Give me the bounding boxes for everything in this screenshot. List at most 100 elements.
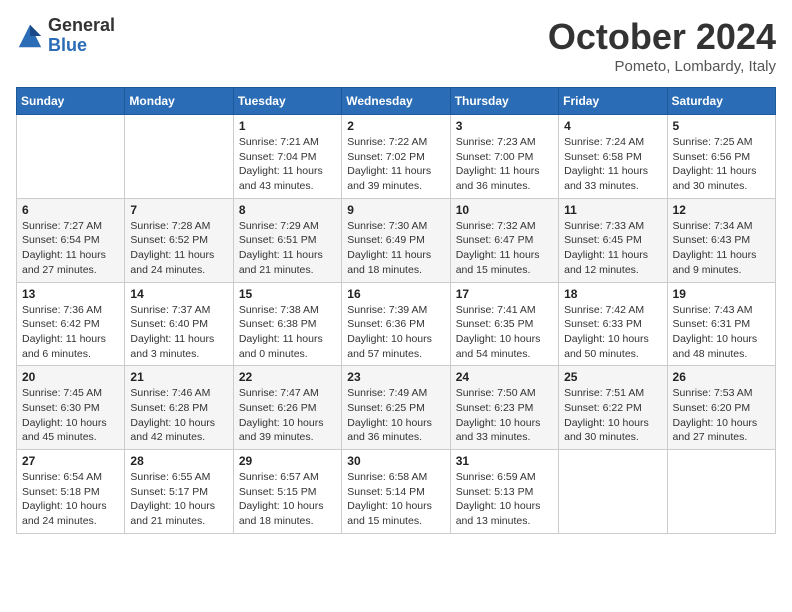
day-info: Sunrise: 7:32 AMSunset: 6:47 PMDaylight:… [456, 219, 553, 278]
calendar-cell: 12 Sunrise: 7:34 AMSunset: 6:43 PMDayligh… [667, 198, 775, 282]
day-info: Sunrise: 7:22 AMSunset: 7:02 PMDaylight:… [347, 135, 444, 194]
calendar-cell: 23Sunrise: 7:49 AMSunset: 6:25 PMDayligh… [342, 366, 450, 450]
day-number: 2 [347, 119, 444, 133]
day-number: 7 [130, 203, 227, 217]
day-number: 27 [22, 454, 119, 468]
day-info: Sunrise: 7:34 AMSunset: 6:43 PMDaylight:… [673, 219, 770, 278]
day-number: 21 [130, 370, 227, 384]
day-number: 11 [564, 203, 661, 217]
calendar-cell: 15 Sunrise: 7:38 AMSunset: 6:38 PMDayligh… [233, 282, 341, 366]
calendar-cell: 14 Sunrise: 7:37 AMSunset: 6:40 PMDayligh… [125, 282, 233, 366]
day-info: Sunrise: 7:51 AMSunset: 6:22 PMDaylight:… [564, 386, 661, 445]
col-thursday: Thursday [450, 88, 558, 115]
month-title: October 2024 [548, 16, 776, 58]
day-info: Sunrise: 7:43 AMSunset: 6:31 PMDaylight:… [673, 303, 770, 362]
day-info: Sunrise: 7:38 AMSunset: 6:38 PMDaylight:… [239, 303, 336, 362]
calendar-week-1: 1Sunrise: 7:21 AMSunset: 7:04 PMDaylight… [17, 115, 776, 199]
day-info: Sunrise: 7:28 AMSunset: 6:52 PMDaylight:… [130, 219, 227, 278]
day-info: Sunrise: 7:30 AMSunset: 6:49 PMDaylight:… [347, 219, 444, 278]
day-info: Sunrise: 7:33 AMSunset: 6:45 PMDaylight:… [564, 219, 661, 278]
day-number: 5 [673, 119, 770, 133]
day-info: Sunrise: 7:29 AMSunset: 6:51 PMDaylight:… [239, 219, 336, 278]
day-info: Sunrise: 6:58 AMSunset: 5:14 PMDaylight:… [347, 470, 444, 529]
day-info: Sunrise: 7:24 AMSunset: 6:58 PMDaylight:… [564, 135, 661, 194]
page-header: General Blue October 2024 Pometo, Lombar… [16, 16, 776, 75]
calendar-cell: 17 Sunrise: 7:41 AMSunset: 6:35 PMDayligh… [450, 282, 558, 366]
day-number: 14 [130, 287, 227, 301]
calendar-cell: 16Sunrise: 7:39 AMSunset: 6:36 PMDayligh… [342, 282, 450, 366]
calendar-cell: 4 Sunrise: 7:24 AMSunset: 6:58 PMDaylight… [559, 115, 667, 199]
day-number: 17 [456, 287, 553, 301]
calendar-cell: 31 Sunrise: 6:59 AMSunset: 5:13 PMDayligh… [450, 450, 558, 534]
day-number: 18 [564, 287, 661, 301]
day-number: 29 [239, 454, 336, 468]
day-info: Sunrise: 7:45 AMSunset: 6:30 PMDaylight:… [22, 386, 119, 445]
day-info: Sunrise: 7:23 AMSunset: 7:00 PMDaylight:… [456, 135, 553, 194]
calendar-cell [125, 115, 233, 199]
logo-general-text: General [48, 16, 115, 36]
day-info: Sunrise: 7:25 AMSunset: 6:56 PMDaylight:… [673, 135, 770, 194]
day-info: Sunrise: 7:36 AMSunset: 6:42 PMDaylight:… [22, 303, 119, 362]
calendar-cell: 24Sunrise: 7:50 AMSunset: 6:23 PMDayligh… [450, 366, 558, 450]
calendar-header: Sunday Monday Tuesday Wednesday Thursday… [17, 88, 776, 115]
day-number: 6 [22, 203, 119, 217]
day-info: Sunrise: 6:57 AMSunset: 5:15 PMDaylight:… [239, 470, 336, 529]
day-number: 16 [347, 287, 444, 301]
col-wednesday: Wednesday [342, 88, 450, 115]
day-info: Sunrise: 6:59 AMSunset: 5:13 PMDaylight:… [456, 470, 553, 529]
logo-icon [16, 22, 44, 50]
day-number: 23 [347, 370, 444, 384]
calendar-cell: 5 Sunrise: 7:25 AMSunset: 6:56 PMDaylight… [667, 115, 775, 199]
header-row: Sunday Monday Tuesday Wednesday Thursday… [17, 88, 776, 115]
day-number: 28 [130, 454, 227, 468]
calendar-week-4: 20Sunrise: 7:45 AMSunset: 6:30 PMDayligh… [17, 366, 776, 450]
calendar-cell: 30 Sunrise: 6:58 AMSunset: 5:14 PMDayligh… [342, 450, 450, 534]
day-number: 3 [456, 119, 553, 133]
col-monday: Monday [125, 88, 233, 115]
day-number: 12 [673, 203, 770, 217]
calendar-cell: 20Sunrise: 7:45 AMSunset: 6:30 PMDayligh… [17, 366, 125, 450]
calendar-cell: 25Sunrise: 7:51 AMSunset: 6:22 PMDayligh… [559, 366, 667, 450]
calendar-cell: 18 Sunrise: 7:42 AMSunset: 6:33 PMDayligh… [559, 282, 667, 366]
day-number: 10 [456, 203, 553, 217]
day-info: Sunrise: 7:46 AMSunset: 6:28 PMDaylight:… [130, 386, 227, 445]
col-saturday: Saturday [667, 88, 775, 115]
day-number: 15 [239, 287, 336, 301]
calendar-cell: 3 Sunrise: 7:23 AMSunset: 7:00 PMDaylight… [450, 115, 558, 199]
calendar-cell: 1Sunrise: 7:21 AMSunset: 7:04 PMDaylight… [233, 115, 341, 199]
location-subtitle: Pometo, Lombardy, Italy [548, 58, 776, 75]
day-info: Sunrise: 7:41 AMSunset: 6:35 PMDaylight:… [456, 303, 553, 362]
day-number: 31 [456, 454, 553, 468]
title-block: October 2024 Pometo, Lombardy, Italy [548, 16, 776, 75]
calendar-cell: 27 Sunrise: 6:54 AMSunset: 5:18 PMDayligh… [17, 450, 125, 534]
calendar-cell [559, 450, 667, 534]
calendar-cell: 28 Sunrise: 6:55 AMSunset: 5:17 PMDayligh… [125, 450, 233, 534]
day-number: 22 [239, 370, 336, 384]
day-number: 30 [347, 454, 444, 468]
logo: General Blue [16, 16, 115, 56]
day-info: Sunrise: 6:55 AMSunset: 5:17 PMDaylight:… [130, 470, 227, 529]
calendar-week-5: 27 Sunrise: 6:54 AMSunset: 5:18 PMDayligh… [17, 450, 776, 534]
calendar-cell: 2 Sunrise: 7:22 AMSunset: 7:02 PMDaylight… [342, 115, 450, 199]
day-number: 26 [673, 370, 770, 384]
col-friday: Friday [559, 88, 667, 115]
calendar-cell: 19Sunrise: 7:43 AMSunset: 6:31 PMDayligh… [667, 282, 775, 366]
day-number: 24 [456, 370, 553, 384]
calendar-body: 1Sunrise: 7:21 AMSunset: 7:04 PMDaylight… [17, 115, 776, 534]
calendar-cell: 9 Sunrise: 7:30 AMSunset: 6:49 PMDaylight… [342, 198, 450, 282]
calendar-cell [17, 115, 125, 199]
calendar-cell: 8 Sunrise: 7:29 AMSunset: 6:51 PMDaylight… [233, 198, 341, 282]
calendar-cell: 29 Sunrise: 6:57 AMSunset: 5:15 PMDayligh… [233, 450, 341, 534]
day-info: Sunrise: 7:42 AMSunset: 6:33 PMDaylight:… [564, 303, 661, 362]
day-info: Sunrise: 6:54 AMSunset: 5:18 PMDaylight:… [22, 470, 119, 529]
day-info: Sunrise: 7:21 AMSunset: 7:04 PMDaylight:… [239, 135, 336, 194]
logo-blue-text: Blue [48, 36, 115, 56]
day-info: Sunrise: 7:37 AMSunset: 6:40 PMDaylight:… [130, 303, 227, 362]
calendar-cell: 6Sunrise: 7:27 AMSunset: 6:54 PMDaylight… [17, 198, 125, 282]
calendar-week-2: 6Sunrise: 7:27 AMSunset: 6:54 PMDaylight… [17, 198, 776, 282]
calendar-cell: 7 Sunrise: 7:28 AMSunset: 6:52 PMDaylight… [125, 198, 233, 282]
calendar-cell: 26Sunrise: 7:53 AMSunset: 6:20 PMDayligh… [667, 366, 775, 450]
day-number: 8 [239, 203, 336, 217]
day-number: 4 [564, 119, 661, 133]
day-number: 9 [347, 203, 444, 217]
